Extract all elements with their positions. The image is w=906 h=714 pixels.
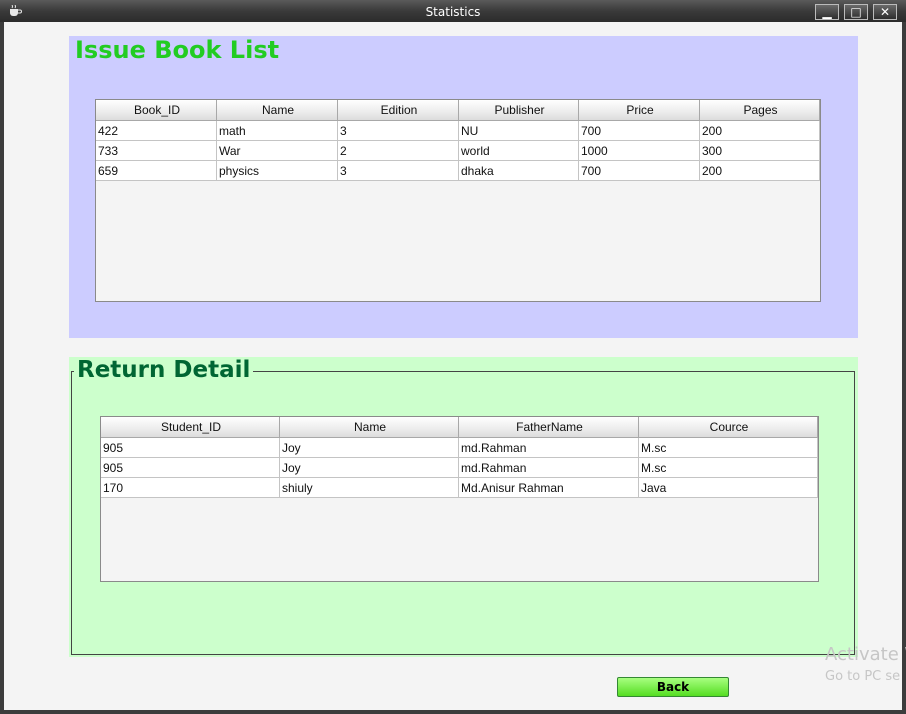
table-cell[interactable]: 200 [700, 161, 820, 181]
column-header[interactable]: FatherName [459, 417, 639, 438]
table-cell[interactable]: 300 [700, 141, 820, 161]
table-cell[interactable]: Joy [280, 458, 459, 478]
table-cell[interactable]: 3 [338, 161, 459, 181]
column-header[interactable]: Book_ID [96, 100, 217, 121]
table-cell[interactable]: math [217, 121, 338, 141]
table-cell[interactable]: md.Rahman [459, 458, 639, 478]
close-button[interactable]: ✕ [873, 4, 897, 20]
table-cell[interactable]: physics [217, 161, 338, 181]
issue-book-table[interactable]: Book_ID Name Edition Publisher Price Pag… [95, 99, 821, 302]
table-row[interactable]: 422 math 3 NU 700 200 [96, 121, 820, 141]
window-content: Issue Book List Book_ID Name Edition Pub… [4, 22, 906, 710]
table-cell[interactable]: 905 [101, 458, 280, 478]
column-header[interactable]: Name [280, 417, 459, 438]
issue-book-panel: Issue Book List Book_ID Name Edition Pub… [69, 36, 858, 338]
column-header[interactable]: Name [217, 100, 338, 121]
column-header[interactable]: Cource [639, 417, 818, 438]
table-cell[interactable]: 700 [579, 121, 700, 141]
column-header[interactable]: Student_ID [101, 417, 280, 438]
table-cell[interactable]: 170 [101, 478, 280, 498]
table-row[interactable]: 170 shiuly Md.Anisur Rahman Java [101, 478, 818, 498]
activation-watermark-subtitle: Go to PC se [825, 669, 901, 684]
table-cell[interactable]: Java [639, 478, 818, 498]
table-row[interactable]: 659 physics 3 dhaka 700 200 [96, 161, 820, 181]
table-cell[interactable]: 200 [700, 121, 820, 141]
minimize-button[interactable]: ▁ [815, 4, 839, 20]
return-detail-table[interactable]: Student_ID Name FatherName Cource 905 Jo… [100, 416, 819, 582]
activation-watermark-title: Activate W [825, 644, 906, 665]
table-cell[interactable]: 905 [101, 438, 280, 458]
table-cell[interactable]: War [217, 141, 338, 161]
return-detail-panel: Return Detail Student_ID Name FatherName… [69, 357, 858, 657]
table-cell[interactable]: 733 [96, 141, 217, 161]
column-header[interactable]: Pages [700, 100, 820, 121]
table-cell[interactable]: 3 [338, 121, 459, 141]
table-cell[interactable]: md.Rahman [459, 438, 639, 458]
title-bar[interactable]: Statistics ▁ □ ✕ [0, 0, 906, 22]
table-cell[interactable]: 659 [96, 161, 217, 181]
back-button[interactable]: Back [617, 677, 729, 697]
column-header[interactable]: Price [579, 100, 700, 121]
table-cell[interactable]: Md.Anisur Rahman [459, 478, 639, 498]
table-cell[interactable]: shiuly [280, 478, 459, 498]
table-cell[interactable]: 422 [96, 121, 217, 141]
table-row[interactable]: 733 War 2 world 1000 300 [96, 141, 820, 161]
issue-book-heading: Issue Book List [75, 36, 280, 64]
return-detail-heading: Return Detail [74, 357, 254, 383]
maximize-button[interactable]: □ [844, 4, 868, 20]
table-header-row: Student_ID Name FatherName Cource [101, 417, 818, 438]
table-cell[interactable]: Joy [280, 438, 459, 458]
column-header[interactable]: Edition [338, 100, 459, 121]
table-cell[interactable]: M.sc [639, 458, 818, 478]
table-row[interactable]: 905 Joy md.Rahman M.sc [101, 458, 818, 478]
window-title: Statistics [425, 5, 481, 19]
table-header-row: Book_ID Name Edition Publisher Price Pag… [96, 100, 820, 121]
table-row[interactable]: 905 Joy md.Rahman M.sc [101, 438, 818, 458]
table-cell[interactable]: 700 [579, 161, 700, 181]
column-header[interactable]: Publisher [459, 100, 579, 121]
table-cell[interactable]: M.sc [639, 438, 818, 458]
table-cell[interactable]: 2 [338, 141, 459, 161]
table-cell[interactable]: NU [459, 121, 579, 141]
table-cell[interactable]: 1000 [579, 141, 700, 161]
table-cell[interactable]: dhaka [459, 161, 579, 181]
table-cell[interactable]: world [459, 141, 579, 161]
